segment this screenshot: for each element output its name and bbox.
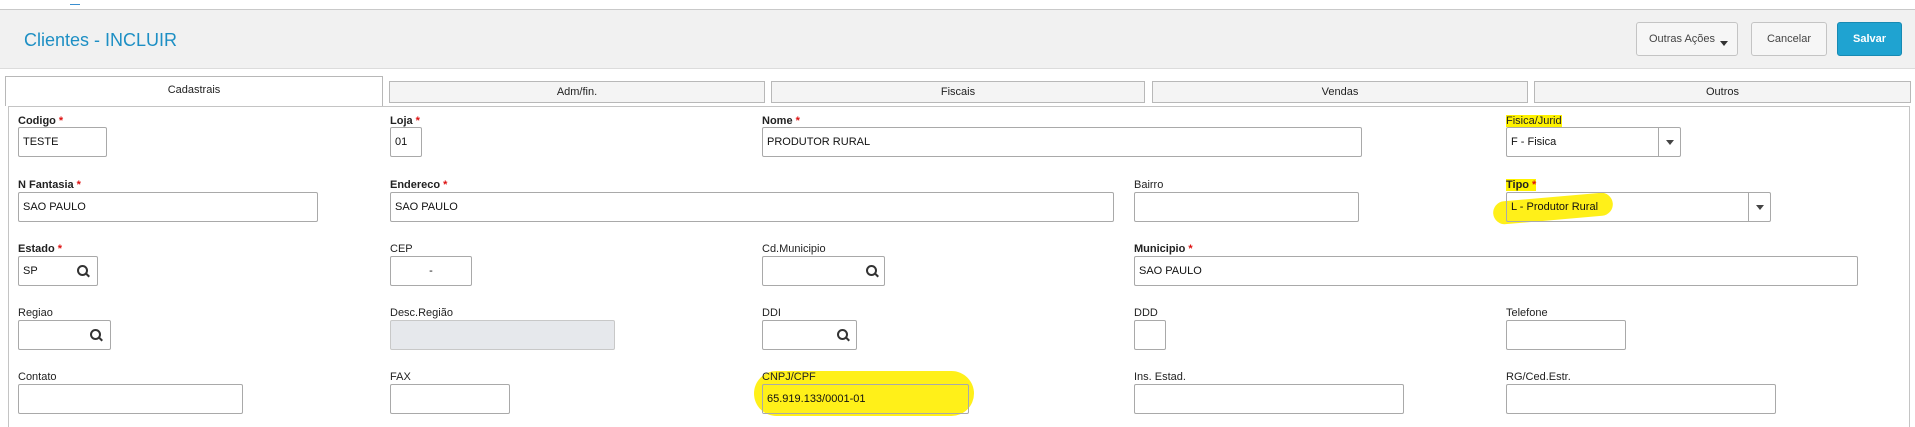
fisica-jurid-label: Fisica/Jurid — [1506, 115, 1562, 127]
fisica-jurid-select[interactable]: F - Fisica — [1506, 127, 1681, 157]
endereco-label: Endereco * — [390, 179, 448, 191]
n-fantasia-label: N Fantasia * — [18, 179, 81, 191]
more-actions-button[interactable]: Outras Ações — [1636, 22, 1738, 56]
rg-ced-estr-field[interactable] — [1506, 384, 1776, 414]
municipio-field[interactable]: SAO PAULO — [1134, 256, 1858, 286]
search-icon[interactable] — [77, 265, 90, 278]
tab-vendas[interactable]: Vendas — [1152, 81, 1528, 103]
more-actions-label: Outras Ações — [1649, 33, 1716, 45]
estado-field[interactable]: SP — [18, 256, 98, 286]
fax-field[interactable] — [390, 384, 510, 414]
loja-label: Loja * — [390, 115, 420, 127]
cancel-button[interactable]: Cancelar — [1751, 22, 1827, 56]
tipo-label: Tipo * — [1506, 179, 1537, 191]
telefone-field[interactable] — [1506, 320, 1626, 350]
contato-field[interactable] — [18, 384, 243, 414]
cnpj-cpf-label: CNPJ/CPF — [762, 371, 816, 383]
bairro-label: Bairro — [1134, 179, 1164, 191]
cnpj-cpf-field[interactable]: 65.919.133/0001-01 — [762, 384, 969, 414]
estado-label: Estado * — [18, 243, 62, 255]
cd-municipio-field[interactable] — [762, 256, 885, 286]
codigo-field[interactable]: TESTE — [18, 127, 107, 157]
search-icon[interactable] — [866, 265, 879, 278]
fax-label: FAX — [390, 371, 411, 383]
ddd-label: DDD — [1134, 307, 1158, 319]
tab-fiscais[interactable]: Fiscais — [771, 81, 1145, 103]
top-strip-marker — [70, 0, 80, 5]
nome-label: Nome * — [762, 115, 800, 127]
regiao-label: Regiao — [18, 307, 53, 319]
endereco-field[interactable]: SAO PAULO — [390, 192, 1114, 222]
telefone-label: Telefone — [1506, 307, 1548, 319]
cd-municipio-label: Cd.Municipio — [762, 243, 826, 255]
chevron-down-icon — [1720, 41, 1728, 46]
tab-cadastrais[interactable]: Cadastrais — [5, 76, 383, 106]
save-button[interactable]: Salvar — [1837, 22, 1902, 56]
bairro-field[interactable] — [1134, 192, 1359, 222]
chevron-down-icon — [1756, 205, 1764, 210]
ins-estad-label: Ins. Estad. — [1134, 371, 1186, 383]
cep-label: CEP — [390, 243, 413, 255]
ddd-field[interactable] — [1134, 320, 1166, 350]
ins-estad-field[interactable] — [1134, 384, 1404, 414]
page-header: Clientes - INCLUIR Outras Ações Cancelar… — [0, 10, 1915, 69]
nome-field[interactable]: PRODUTOR RURAL — [762, 127, 1362, 157]
desc-regiao-field — [390, 320, 615, 350]
tab-adm-fin[interactable]: Adm/fin. — [389, 81, 765, 103]
n-fantasia-field[interactable]: SAO PAULO — [18, 192, 318, 222]
municipio-label: Municipio * — [1134, 243, 1193, 255]
tipo-select[interactable]: L - Produtor Rural — [1506, 192, 1771, 222]
desc-regiao-label: Desc.Região — [390, 307, 453, 319]
cep-field[interactable]: - — [390, 256, 472, 286]
ddi-label: DDI — [762, 307, 781, 319]
loja-field[interactable]: 01 — [390, 127, 422, 157]
top-strip — [0, 0, 1915, 10]
rg-ced-estr-label: RG/Ced.Estr. — [1506, 371, 1571, 383]
search-icon[interactable] — [837, 329, 850, 342]
tab-outros[interactable]: Outros — [1534, 81, 1911, 103]
search-icon[interactable] — [90, 329, 103, 342]
page-title: Clientes - INCLUIR — [24, 30, 178, 50]
tab-bar: Cadastrais Adm/fin. Fiscais Vendas Outro… — [0, 76, 1915, 106]
regiao-field[interactable] — [18, 320, 111, 350]
chevron-down-icon — [1666, 140, 1674, 145]
contato-label: Contato — [18, 371, 57, 383]
codigo-label: Codigo * — [18, 115, 64, 127]
ddi-field[interactable] — [762, 320, 857, 350]
